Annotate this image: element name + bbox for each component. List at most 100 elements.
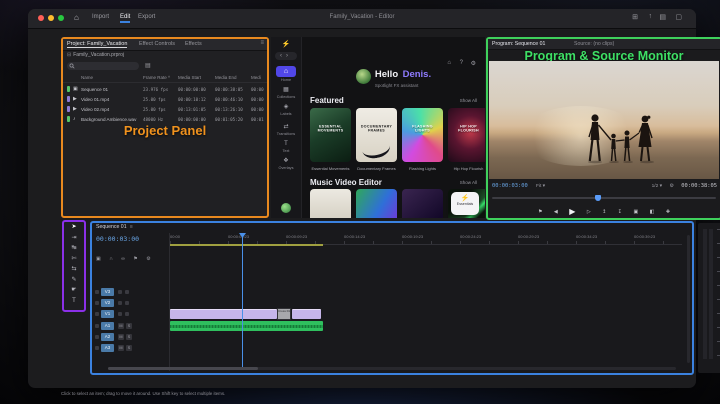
timeline-tab[interactable]: Sequence 01 ≡ [96,224,133,230]
program-monitor-video[interactable] [489,61,719,179]
track-visibility-button[interactable] [125,312,129,316]
track-target-a3[interactable]: A3 [101,344,114,352]
track-visibility-button[interactable] [125,301,129,305]
sidebar-item-overlays[interactable]: ❖ Overlays [271,157,301,170]
razor-tool-icon[interactable]: ✄ [64,254,84,265]
project-row-video1[interactable]: ▶ Video 01.mp4 25.00 fps 00:00:10:12 00:… [63,94,267,104]
label-color-chip[interactable] [67,106,70,112]
panel-menu-icon[interactable]: ≡ [260,40,264,46]
timeline-horizontal-scrollbar[interactable] [108,367,676,370]
extract-icon[interactable]: ↧ [618,209,622,215]
card-documentary-frames[interactable]: DOCUMENTARY FRAMES [356,108,397,162]
wrench-icon[interactable]: ⚙ [670,183,674,189]
col-media-duration[interactable]: Medi [251,75,261,80]
zoom-level-dropdown[interactable]: Fit ▾ [536,184,545,189]
music-card[interactable] [310,189,351,218]
tab-effects[interactable]: Effects [185,41,202,47]
step-forward-icon[interactable]: ▷ [587,209,591,215]
track-lock-button[interactable] [95,324,99,328]
col-frame-rate[interactable]: Frame Rate ^ [143,75,170,80]
card-label[interactable]: Essential Movements [310,166,351,171]
track-lock-button[interactable] [95,301,99,305]
sidebar-item-collections[interactable]: ▦ Collections [271,86,301,99]
track-visibility-button[interactable] [125,290,129,294]
tab-import[interactable]: Import [92,14,109,20]
label-color-chip[interactable] [67,86,70,92]
nest-icon[interactable]: ▣ [96,256,101,262]
track-lock-button[interactable] [95,346,99,350]
linked-selection-icon[interactable]: ∞ [121,256,125,262]
tab-program[interactable]: Program: Sequence 01 [492,41,545,47]
project-row-video2[interactable]: ▶ Video 02.mp4 25.00 fps 00:13:01:05 00:… [63,104,267,114]
tab-export[interactable]: Export [138,14,155,20]
solo-button[interactable]: S [126,334,132,340]
panel-menu-icon[interactable]: ≡ [130,224,133,230]
current-timecode[interactable]: 00:00:03:00 [492,183,528,189]
quick-export-icon[interactable]: ↑ [649,13,653,20]
search-input[interactable] [67,62,139,70]
track-sync-lock-button[interactable] [118,290,122,294]
tab-effect-controls[interactable]: Effect Controls [139,41,175,47]
track-target-v1[interactable]: V1 [101,310,114,318]
tab-project[interactable]: Project: Family_Vacation [67,41,128,48]
video-clip-2[interactable]: fxVideo 02.mp4 [292,309,321,319]
timeline-timecode[interactable]: 00:00:03:00 [96,235,139,243]
close-window-button[interactable] [38,15,44,21]
mute-button[interactable]: M [118,334,124,340]
hand-tool-icon[interactable]: ☛ [64,285,84,296]
card-label[interactable]: Hip Hop Flourish [448,166,485,171]
export-frame-icon[interactable]: ▣ [633,209,638,215]
track-target-v3[interactable]: V3 [101,288,114,296]
music-card[interactable] [356,189,397,218]
fullscreen-icon[interactable]: ▢ [675,13,682,21]
workspace-icon[interactable]: ⊞ [632,13,638,21]
timeline-vertical-scrollbar[interactable] [687,235,690,363]
sidebar-item-labels[interactable]: ◈ Labels [271,103,301,116]
bin-path[interactable]: ⊟ Family_Vacation.prproj [67,52,124,58]
monitor-scrubber[interactable] [492,195,716,201]
minimize-window-button[interactable] [48,15,54,21]
mute-button[interactable]: M [118,323,124,329]
music-show-all-link[interactable]: Show All [460,180,477,185]
tab-source[interactable]: Source: (no clips) [574,41,614,47]
track-lock-button[interactable] [95,335,99,339]
play-icon[interactable]: ▶ [569,207,575,216]
sidebar-item-home[interactable]: ⌂ Home [271,66,301,82]
col-name[interactable]: Name [81,75,93,80]
music-card[interactable] [402,189,443,218]
project-row-sequence[interactable]: ▣ Sequence 01 23.976 fps 00:00:00:00 00:… [63,84,267,94]
folder-icon[interactable]: ▤ [145,62,151,69]
layout-icon[interactable]: ▤ [659,13,666,21]
label-color-chip[interactable] [67,96,70,102]
zoom-window-button[interactable] [58,15,64,21]
col-media-end[interactable]: Media End [215,75,237,80]
add-marker-icon[interactable]: ⚑ [538,209,542,215]
card-label[interactable]: Flashing Lights [402,166,443,171]
sidebar-item-text[interactable]: T Text [271,140,301,153]
label-color-chip[interactable] [67,116,70,122]
scrubber-playhead[interactable] [595,195,602,201]
essentials-button[interactable]: ⚡ Essentials [451,192,479,215]
track-sync-lock-button[interactable] [118,312,122,316]
track-target-a1[interactable]: A1 [101,322,114,330]
settings-wrench-icon[interactable]: ⚙ [146,256,150,262]
scrollbar-thumb[interactable] [108,367,258,370]
comparison-icon[interactable]: ◧ [650,209,655,215]
track-lock-button[interactable] [95,312,99,316]
track-select-tool-icon[interactable]: ⇥ [64,233,84,244]
card-flashing-lights[interactable]: FLASHING LIGHTS [402,108,443,162]
sidebar-item-transitions[interactable]: ⇄ Transitions [271,123,301,136]
marker-icon[interactable]: ⚑ [133,256,137,262]
card-hip-hop-flourish[interactable]: HIP HOP FLOURISH [448,108,485,162]
tab-edit[interactable]: Edit [120,14,131,23]
card-essential-movements[interactable]: ESSENTIAL MOVEMENTS [310,108,351,162]
lift-icon[interactable]: ↥ [602,209,606,215]
home-icon[interactable]: ⌂ [74,13,79,22]
pen-tool-icon[interactable]: ✎ [64,275,84,286]
type-tool-icon[interactable]: T [64,296,84,307]
track-sync-lock-button[interactable] [118,301,122,305]
video-clip-1[interactable]: fxVideo 01.mp4 [170,309,277,319]
selection-tool-icon[interactable]: ➤ [64,222,84,233]
slip-tool-icon[interactable]: ⇆ [64,264,84,275]
transition-clip[interactable]: Cross Dissolve [277,308,291,320]
